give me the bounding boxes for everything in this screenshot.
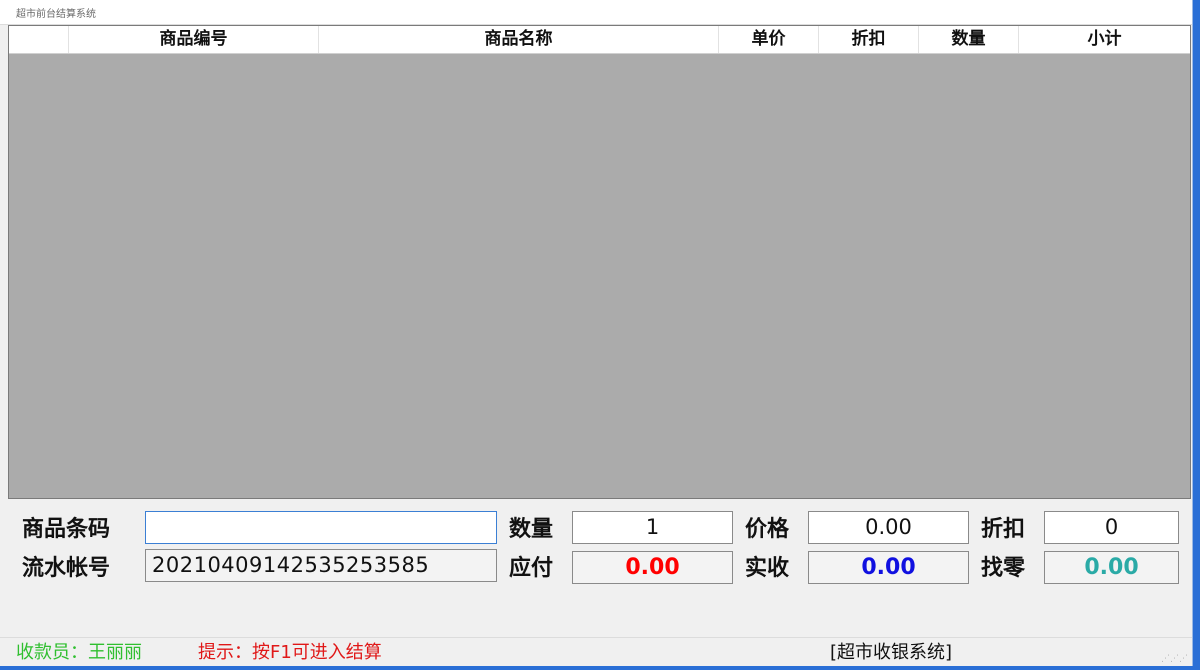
status-bar: 收款员：王丽丽 提示：按F1可进入结算 [超市收银系统] ⋰⋰⋰ [0,637,1192,666]
serial-label: 流水帐号 [22,556,111,581]
change-amount: 0.00 [1044,551,1179,584]
discount-label: 折扣 [981,517,1026,542]
barcode-label: 商品条码 [22,517,111,542]
payable-label: 应付 [509,556,554,581]
payable-amount: 0.00 [572,551,733,584]
product-grid[interactable]: 商品编号 商品名称 单价 折扣 数量 小计 [8,25,1191,499]
serial-number-field: 20210409142535253585 [145,549,497,582]
received-label: 实收 [745,556,790,581]
column-header-quantity[interactable]: 数量 [919,26,1019,53]
discount-field[interactable]: 0 [1044,511,1179,544]
column-header-product-name[interactable]: 商品名称 [319,26,719,53]
column-header-product-code[interactable]: 商品编号 [69,26,319,53]
column-header-unit-price[interactable]: 单价 [719,26,819,53]
received-amount[interactable]: 0.00 [808,551,969,584]
quantity-field[interactable]: 1 [572,511,733,544]
quantity-label: 数量 [509,517,554,542]
window-title: 超市前台结算系统 [16,9,96,20]
app-window: 超市前台结算系统 商品编号 商品名称 单价 折扣 数量 小计 商品条码 数量 1… [0,0,1193,666]
price-label: 价格 [745,517,790,542]
resize-grip-icon[interactable]: ⋰⋰⋰ [1148,654,1188,664]
title-bar[interactable]: 超市前台结算系统 [0,0,1192,25]
hint-status: 提示：按F1可进入结算 [198,642,382,663]
barcode-input[interactable] [145,511,497,544]
cashier-status: 收款员：王丽丽 [16,642,142,663]
price-field[interactable]: 0.00 [808,511,969,544]
grid-header: 商品编号 商品名称 单价 折扣 数量 小计 [9,26,1190,54]
column-header-row-indicator[interactable] [9,26,69,53]
column-header-discount[interactable]: 折扣 [819,26,919,53]
system-name-status: [超市收银系统] [830,642,953,663]
change-label: 找零 [981,556,1026,581]
column-header-subtotal[interactable]: 小计 [1019,26,1190,53]
